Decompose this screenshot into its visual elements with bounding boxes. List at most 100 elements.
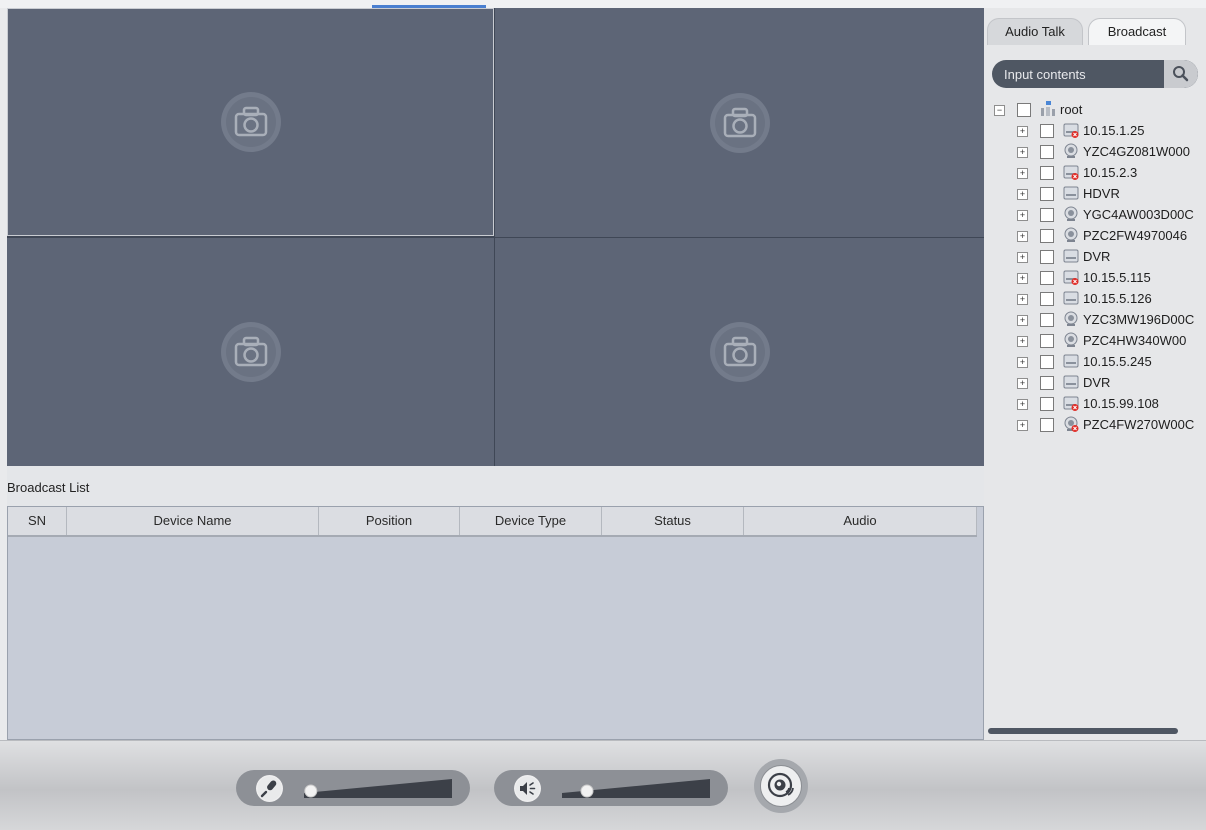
- dvr-offline-icon: [1063, 270, 1079, 285]
- column-header[interactable]: Audio: [744, 507, 977, 535]
- expand-icon[interactable]: +: [1017, 189, 1028, 200]
- ip-camera-icon: [1064, 206, 1078, 221]
- dvr-offline-icon: [1063, 396, 1079, 411]
- top-strip: [0, 0, 1206, 8]
- tree-device-item[interactable]: + YZC3MW196D00C: [994, 310, 1206, 331]
- expand-icon[interactable]: +: [1017, 294, 1028, 305]
- microphone-volume-slider[interactable]: [300, 776, 456, 800]
- ip-camera-offline-icon: [1064, 416, 1079, 432]
- device-checkbox[interactable]: [1040, 124, 1054, 138]
- dvr-offline-icon: [1063, 123, 1079, 138]
- expand-icon[interactable]: +: [1017, 378, 1028, 389]
- tree-device-item[interactable]: + HDVR: [994, 184, 1206, 205]
- device-checkbox[interactable]: [1040, 313, 1054, 327]
- video-pane-4[interactable]: [495, 238, 984, 466]
- camera-icon: [220, 322, 281, 382]
- search-button[interactable]: [1164, 60, 1198, 88]
- expand-icon[interactable]: +: [1017, 273, 1028, 284]
- device-checkbox[interactable]: [1040, 397, 1054, 411]
- ip-camera-icon: [1064, 227, 1078, 242]
- tree-device-item[interactable]: +10.15.5.245: [994, 352, 1206, 373]
- device-checkbox[interactable]: [1040, 271, 1054, 285]
- device-checkbox[interactable]: [1040, 166, 1054, 180]
- device-label: PZC4FW270W00C: [1083, 417, 1195, 432]
- broadcast-table: SN Device Name Position Device Type Stat…: [7, 506, 984, 740]
- tree-device-item[interactable]: +10.15.5.115: [994, 268, 1206, 289]
- tab-audio-talk[interactable]: Audio Talk: [987, 18, 1083, 45]
- tree-root[interactable]: − root: [994, 100, 1206, 121]
- expand-icon[interactable]: +: [1017, 336, 1028, 347]
- slider-thumb[interactable]: [580, 784, 594, 798]
- ip-camera-icon: [1064, 332, 1078, 347]
- speaker-volume-slider[interactable]: [558, 776, 714, 800]
- tree-device-item[interactable]: + PZC2FW4970046: [994, 226, 1206, 247]
- device-label: PZC2FW4970046: [1083, 228, 1188, 243]
- control-bar: [0, 740, 1206, 830]
- collapse-icon[interactable]: −: [994, 105, 1005, 116]
- column-header[interactable]: SN: [8, 507, 67, 535]
- device-checkbox[interactable]: [1040, 334, 1054, 348]
- expand-icon[interactable]: +: [1017, 231, 1028, 242]
- expand-icon[interactable]: +: [1017, 126, 1028, 137]
- search-icon: [1173, 66, 1189, 82]
- device-label: PZC4HW340W00: [1083, 333, 1187, 348]
- expand-icon[interactable]: +: [1017, 168, 1028, 179]
- device-checkbox[interactable]: [1040, 208, 1054, 222]
- tab-broadcast[interactable]: Broadcast: [1088, 18, 1186, 45]
- broadcast-button-face: [760, 765, 802, 807]
- device-checkbox[interactable]: [1040, 376, 1054, 390]
- device-label: YZC4GZ081W000: [1083, 144, 1190, 159]
- device-checkbox[interactable]: [1040, 187, 1054, 201]
- broadcast-list-title: Broadcast List: [7, 480, 90, 495]
- tree-device-item[interactable]: + DVR: [994, 373, 1206, 394]
- column-header[interactable]: Device Type: [460, 507, 602, 535]
- tree-device-item[interactable]: + PZC4HW340W00: [994, 331, 1206, 352]
- video-pane-2[interactable]: [495, 8, 984, 237]
- column-header[interactable]: Status: [602, 507, 744, 535]
- device-checkbox[interactable]: [1040, 418, 1054, 432]
- device-label: 10.15.5.115: [1083, 270, 1151, 285]
- root-checkbox[interactable]: [1017, 103, 1031, 117]
- tree-device-item[interactable]: +10.15.99.108: [994, 394, 1206, 415]
- tree-device-item[interactable]: +10.15.1.25: [994, 121, 1206, 142]
- expand-icon[interactable]: +: [1017, 315, 1028, 326]
- tree-device-item[interactable]: + DVR: [994, 247, 1206, 268]
- device-checkbox[interactable]: [1040, 250, 1054, 264]
- dvr-icon: [1063, 291, 1079, 305]
- search-input[interactable]: [992, 60, 1172, 88]
- device-label: 10.15.99.108: [1083, 396, 1159, 411]
- broadcast-button[interactable]: [754, 759, 808, 813]
- column-header[interactable]: Position: [319, 507, 460, 535]
- video-pane-3[interactable]: [7, 238, 494, 466]
- broadcast-list-header: Broadcast List: [7, 466, 984, 506]
- device-label: DVR: [1083, 249, 1111, 264]
- expand-icon[interactable]: +: [1017, 420, 1028, 431]
- dvr-offline-icon: [1063, 165, 1079, 180]
- tree-device-item[interactable]: + YGC4AW003D00C: [994, 205, 1206, 226]
- expand-icon[interactable]: +: [1017, 252, 1028, 263]
- tree-device-item[interactable]: +10.15.2.3: [994, 163, 1206, 184]
- device-checkbox[interactable]: [1040, 355, 1054, 369]
- expand-icon[interactable]: +: [1017, 357, 1028, 368]
- device-search: [992, 60, 1198, 88]
- dvr-icon: [1063, 186, 1079, 200]
- column-header[interactable]: Device Name: [67, 507, 319, 535]
- tree-device-item[interactable]: +10.15.5.126: [994, 289, 1206, 310]
- tree-device-item[interactable]: + PZC4FW270W00C: [994, 415, 1206, 436]
- camera-icon: [709, 92, 770, 153]
- microphone-icon: [257, 776, 282, 801]
- device-checkbox[interactable]: [1040, 145, 1054, 159]
- expand-icon[interactable]: +: [1017, 210, 1028, 221]
- device-label: 10.15.5.245: [1083, 354, 1152, 369]
- microphone-button[interactable]: [256, 775, 283, 802]
- speaker-button[interactable]: [514, 775, 541, 802]
- expand-icon[interactable]: +: [1017, 147, 1028, 158]
- dvr-icon: [1063, 375, 1079, 389]
- slider-thumb[interactable]: [304, 784, 318, 798]
- video-pane-1[interactable]: [7, 8, 494, 236]
- horizontal-scrollbar[interactable]: [988, 728, 1178, 734]
- expand-icon[interactable]: +: [1017, 399, 1028, 410]
- device-checkbox[interactable]: [1040, 229, 1054, 243]
- tree-device-item[interactable]: + YZC4GZ081W000: [994, 142, 1206, 163]
- device-checkbox[interactable]: [1040, 292, 1054, 306]
